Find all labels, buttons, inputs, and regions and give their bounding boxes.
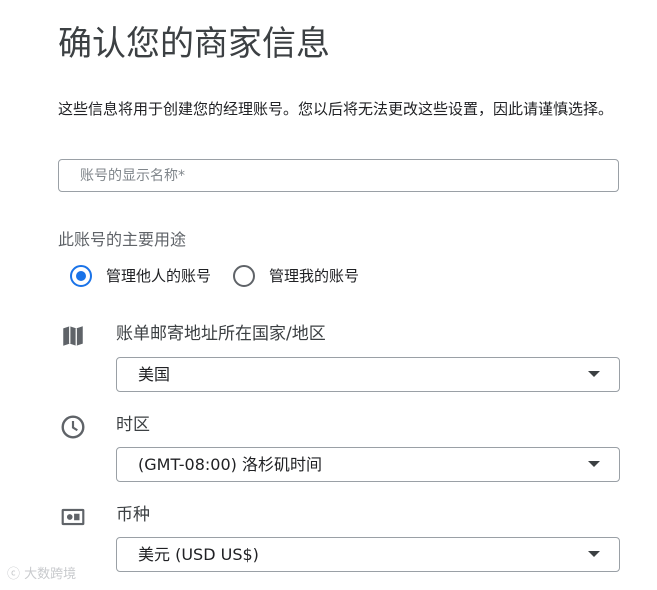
- display-name-input[interactable]: [59, 160, 618, 191]
- radio-button-unchecked[interactable]: [233, 265, 256, 287]
- currency-select-value: 美元 (USD US$): [138, 545, 259, 564]
- currency-select[interactable]: 美元 (USD US$): [116, 537, 620, 572]
- dropdown-arrow-icon: [588, 461, 600, 467]
- currency-label: 币种: [116, 505, 150, 525]
- dropdown-arrow-icon: [588, 551, 600, 557]
- page-description: 这些信息将用于创建您的经理账号。您以后将无法更改这些设置，因此请谨慎选择。: [58, 100, 614, 118]
- map-icon: [60, 323, 86, 349]
- timezone-label: 时区: [116, 415, 150, 435]
- radio-label: 管理我的账号: [269, 267, 360, 285]
- country-select[interactable]: 美国: [116, 357, 620, 392]
- radio-option-manage-others[interactable]: 管理他人的账号: [70, 265, 211, 287]
- usage-radio-group: 管理他人的账号 管理我的账号: [70, 263, 359, 289]
- currency-icon: [60, 504, 86, 530]
- clock-icon: [60, 414, 86, 440]
- radio-option-manage-mine[interactable]: 管理我的账号: [233, 265, 359, 287]
- usage-section-label: 此账号的主要用途: [58, 230, 187, 249]
- watermark-logo: ⓒ 大数跨境: [7, 567, 77, 582]
- timezone-select[interactable]: (GMT-08:00) 洛杉矶时间: [116, 447, 620, 482]
- dropdown-arrow-icon: [588, 371, 600, 377]
- radio-label: 管理他人的账号: [106, 267, 212, 285]
- country-label: 账单邮寄地址所在国家/地区: [116, 324, 326, 344]
- country-select-value: 美国: [138, 365, 171, 384]
- page-title: 确认您的商家信息: [58, 24, 330, 64]
- display-name-field[interactable]: [58, 159, 619, 192]
- timezone-select-value: (GMT-08:00) 洛杉矶时间: [138, 455, 322, 474]
- radio-button-checked[interactable]: [70, 265, 92, 287]
